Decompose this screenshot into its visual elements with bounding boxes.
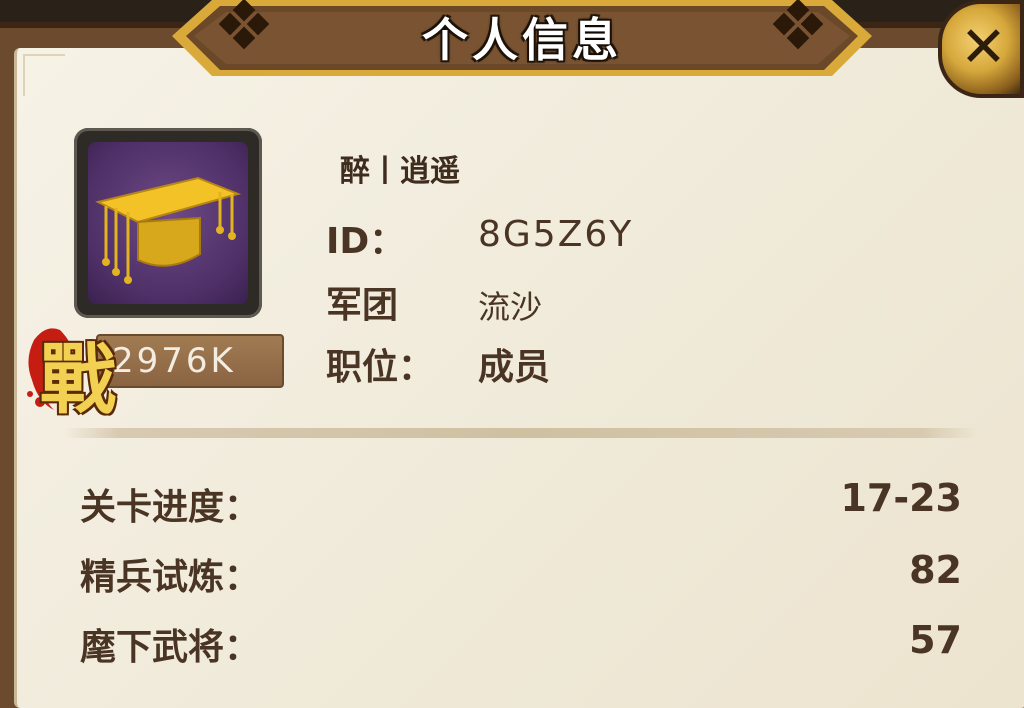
page-title: 个人信息 <box>422 13 622 67</box>
close-button[interactable]: ✕ <box>938 0 1024 98</box>
generals-count-value: 57 <box>909 618 962 662</box>
elite-trial-label: 精兵试炼： <box>80 557 261 598</box>
title-banner: 个人信息 <box>172 0 872 76</box>
stage-progress-value: 17-23 <box>840 476 962 520</box>
avatar-background <box>88 142 248 304</box>
id-label: ID： <box>326 221 406 262</box>
legion-label: 军团 <box>326 285 399 326</box>
generals-count-label: 麾下武将： <box>80 627 261 668</box>
golden-hat-icon <box>95 176 242 284</box>
combat-power-value: 2976K <box>112 341 236 381</box>
position-label: 职位： <box>326 347 435 388</box>
zhan-battle-badge-icon: 戰 <box>20 310 130 424</box>
section-divider <box>64 428 978 438</box>
zhan-badge-glyph: 戰 <box>40 335 116 424</box>
id-value: 8G5Z6Y <box>478 214 634 255</box>
elite-trial-value: 82 <box>909 548 962 592</box>
legion-value[interactable]: 流沙 <box>478 282 542 328</box>
close-icon: ✕ <box>960 15 1007 80</box>
avatar[interactable] <box>74 128 262 318</box>
position-value: 成员 <box>478 347 551 388</box>
corner-ornament <box>23 54 65 96</box>
stage-progress-label: 关卡进度： <box>80 487 261 528</box>
player-name: 醉丨逍遥 <box>340 154 460 189</box>
